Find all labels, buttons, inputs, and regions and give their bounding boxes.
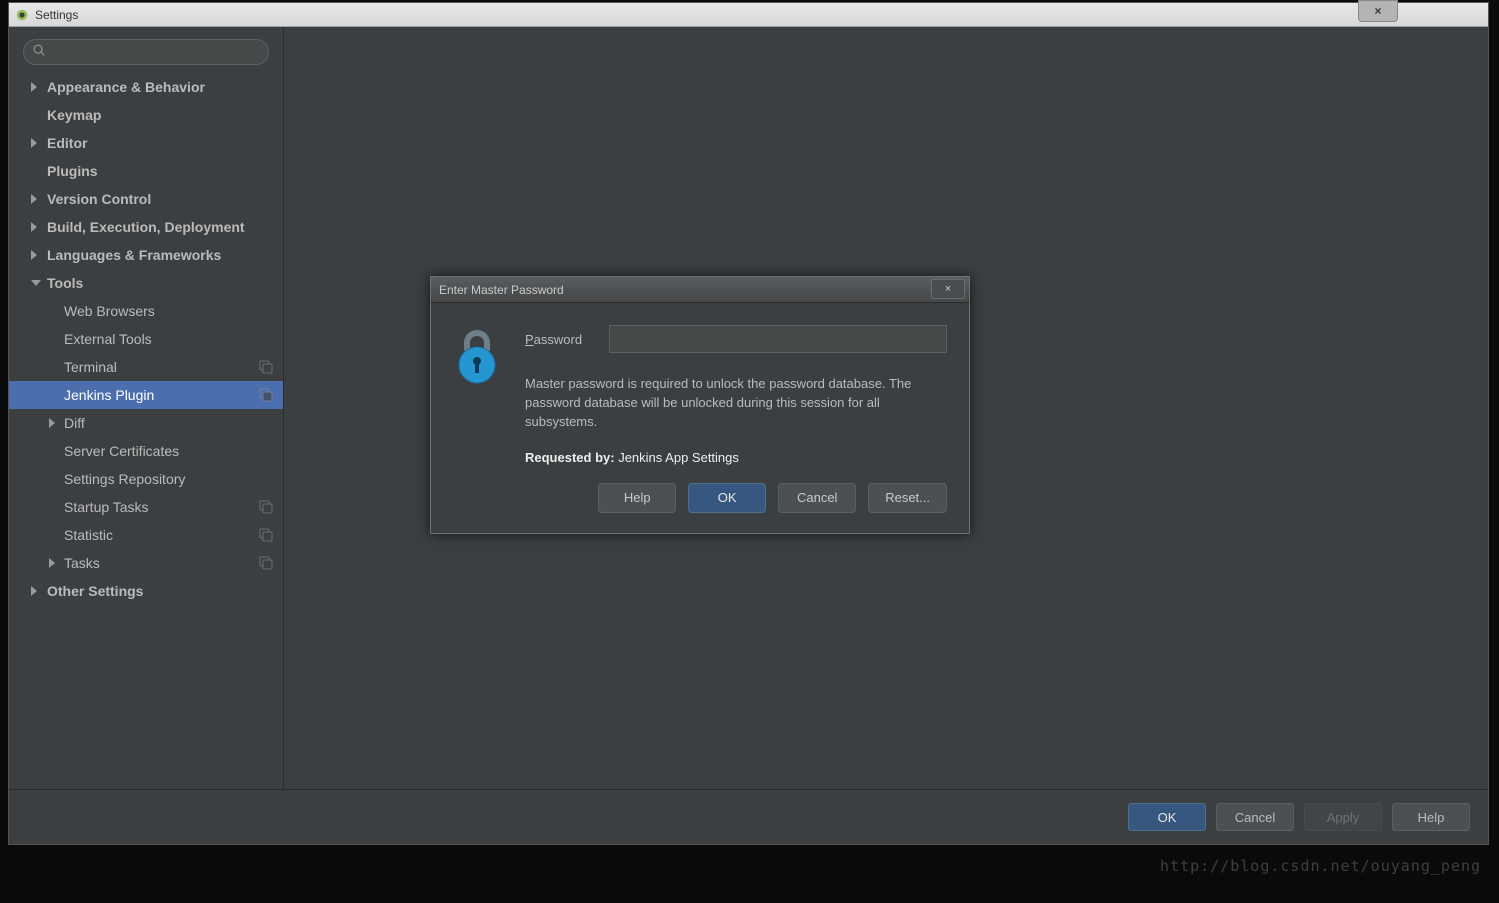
dialog-close-button[interactable]: × bbox=[931, 279, 965, 299]
modal-overlay: Enter Master Password × bbox=[0, 0, 1499, 903]
dialog-help-button[interactable]: Help bbox=[598, 483, 676, 513]
dialog-title-text: Enter Master Password bbox=[439, 283, 564, 297]
dialog-message: Master password is required to unlock th… bbox=[525, 375, 947, 432]
lock-icon bbox=[453, 325, 513, 390]
close-icon: × bbox=[945, 283, 951, 295]
password-label: Password bbox=[525, 332, 609, 347]
dialog-footer: Help OK Cancel Reset... bbox=[431, 483, 969, 533]
master-password-dialog: Enter Master Password × bbox=[430, 276, 970, 534]
password-input[interactable] bbox=[609, 325, 947, 353]
requested-by: Requested by: Jenkins App Settings bbox=[525, 450, 947, 465]
dialog-titlebar[interactable]: Enter Master Password × bbox=[431, 277, 969, 303]
dialog-cancel-button[interactable]: Cancel bbox=[778, 483, 856, 513]
dialog-ok-button[interactable]: OK bbox=[688, 483, 766, 513]
dialog-body: Password Master password is required to … bbox=[431, 303, 969, 483]
dialog-reset-button[interactable]: Reset... bbox=[868, 483, 947, 513]
